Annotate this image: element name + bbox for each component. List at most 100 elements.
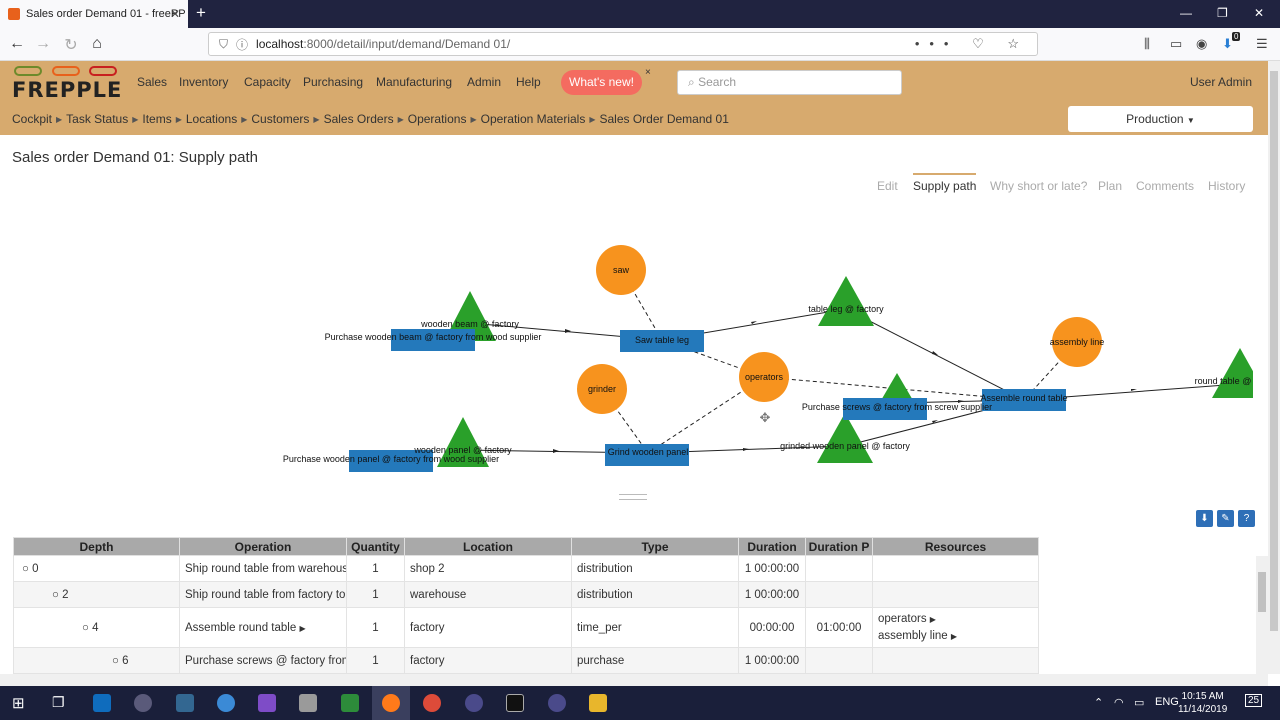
- column-header[interactable]: Quantity: [346, 537, 405, 556]
- postgres-icon[interactable]: [176, 694, 194, 712]
- page-scrollbar[interactable]: [1268, 61, 1280, 674]
- url-bar[interactable]: ⛉ ⓘ localhost :8000/detail/input/demand/…: [208, 32, 1038, 56]
- resource-link[interactable]: assembly line: [878, 630, 948, 642]
- library-icon[interactable]: ⫼: [1144, 36, 1150, 52]
- column-header[interactable]: Duration: [738, 537, 806, 556]
- operation-link[interactable]: Assemble round table: [185, 622, 296, 634]
- download-icon[interactable]: ⬇: [1196, 510, 1213, 527]
- minimize-icon[interactable]: —: [1180, 6, 1192, 20]
- caret-right-icon[interactable]: ▶: [930, 615, 936, 624]
- tab-why-short-or-late[interactable]: Why short or late?: [990, 179, 1087, 193]
- wifi-icon[interactable]: ◠: [1114, 696, 1124, 709]
- menu-capacity[interactable]: Capacity: [244, 75, 291, 89]
- app-icon[interactable]: [341, 694, 359, 712]
- terminal-icon[interactable]: [506, 694, 524, 712]
- frepple-logo[interactable]: FREPPLE: [12, 66, 121, 102]
- file-explorer-icon[interactable]: [589, 694, 607, 712]
- task-view-icon[interactable]: ❐: [52, 694, 65, 711]
- search-input[interactable]: ⌕ Search: [677, 70, 902, 95]
- reload-icon[interactable]: ↻: [62, 35, 80, 55]
- forward-icon[interactable]: →: [34, 35, 52, 53]
- home-icon[interactable]: ⌂: [88, 35, 106, 53]
- close-tab-icon[interactable]: ✕: [170, 7, 180, 21]
- restore-icon[interactable]: ❐: [1217, 6, 1228, 20]
- column-header[interactable]: Depth: [13, 537, 180, 556]
- whats-new-button[interactable]: What's new!: [561, 70, 642, 95]
- column-header[interactable]: Operation: [179, 537, 347, 556]
- tree-node-icon[interactable]: ○: [82, 622, 89, 634]
- supply-path-graph[interactable]: saw grinder operators assembly line wood…: [13, 203, 1253, 490]
- tab-plan[interactable]: Plan: [1098, 179, 1122, 193]
- scrollbar-thumb[interactable]: [1270, 71, 1278, 631]
- visual-studio-icon[interactable]: [258, 694, 276, 712]
- supply-path-svg[interactable]: saw grinder operators assembly line wood…: [13, 203, 1253, 490]
- clock[interactable]: 10:15 AM 11/14/2019: [1178, 690, 1227, 716]
- battery-icon[interactable]: ▭: [1134, 696, 1144, 709]
- column-header[interactable]: Type: [571, 537, 739, 556]
- caret-right-icon[interactable]: ▶: [951, 632, 957, 641]
- menu-inventory[interactable]: Inventory: [179, 75, 228, 89]
- back-icon[interactable]: ←: [8, 35, 26, 53]
- chevron-up-icon[interactable]: ⌃: [1094, 696, 1103, 709]
- tab-edit[interactable]: Edit: [877, 179, 898, 193]
- menu-manufacturing[interactable]: Manufacturing: [376, 75, 452, 89]
- scenario-dropdown[interactable]: Production ▼: [1068, 106, 1253, 132]
- eclipse-icon[interactable]: [465, 694, 483, 712]
- menu-help[interactable]: Help: [516, 75, 541, 89]
- browser-tab[interactable]: Sales order Demand 01 - freePP ✕: [0, 0, 188, 28]
- horizontal-scrollbar[interactable]: [0, 674, 1268, 686]
- breadcrumb-item[interactable]: Locations: [186, 112, 237, 126]
- whats-new-close-icon[interactable]: ×: [645, 67, 651, 78]
- account-icon[interactable]: ◉: [1196, 36, 1207, 52]
- tree-node-icon[interactable]: ○: [52, 589, 59, 601]
- close-window-icon[interactable]: ✕: [1254, 6, 1264, 20]
- language-indicator[interactable]: ENG: [1155, 696, 1179, 708]
- firefox-icon[interactable]: [382, 694, 400, 712]
- buffer-node[interactable]: [817, 413, 873, 463]
- new-tab-button[interactable]: +: [192, 4, 210, 22]
- user-menu[interactable]: User Admin: [1190, 75, 1252, 89]
- menu-icon[interactable]: ☰: [1256, 36, 1268, 52]
- resource-link[interactable]: operators: [878, 613, 927, 625]
- resize-handle[interactable]: [619, 494, 647, 500]
- breadcrumb-item[interactable]: Operations: [408, 112, 467, 126]
- table-row[interactable]: ○ 6 Purchase screws @ factory from 1 fac…: [13, 647, 1039, 674]
- breadcrumb-item[interactable]: Task Status: [66, 112, 128, 126]
- buffer-node[interactable]: [1212, 348, 1253, 398]
- tree-node-icon[interactable]: ○: [112, 655, 119, 667]
- table-scrollbar[interactable]: [1256, 556, 1268, 674]
- tab-supply-path[interactable]: Supply path: [913, 173, 977, 193]
- eclipse-icon[interactable]: [548, 694, 566, 712]
- caret-right-icon[interactable]: ▶: [299, 624, 305, 633]
- breadcrumb-item[interactable]: Operation Materials: [481, 112, 586, 126]
- tab-comments[interactable]: Comments: [1136, 179, 1194, 193]
- breadcrumb-item[interactable]: Items: [142, 112, 171, 126]
- notification-badge[interactable]: 25: [1245, 694, 1263, 707]
- tab-history[interactable]: History: [1208, 179, 1245, 193]
- buffer-node[interactable]: [818, 276, 874, 326]
- settings-wrench-icon[interactable]: ✎: [1217, 510, 1234, 527]
- menu-purchasing[interactable]: Purchasing: [303, 75, 363, 89]
- help-icon[interactable]: ?: [1238, 510, 1255, 527]
- keepass-icon[interactable]: [134, 694, 152, 712]
- column-header[interactable]: Location: [404, 537, 572, 556]
- column-header[interactable]: Duration P: [805, 537, 873, 556]
- windows-start-icon[interactable]: ⊞: [12, 694, 25, 712]
- sidebar-icon[interactable]: ▭: [1170, 36, 1182, 52]
- table-row[interactable]: ○ 4 Assemble round table ▶ 1 factory tim…: [13, 607, 1039, 648]
- breadcrumb-item[interactable]: Cockpit: [12, 112, 52, 126]
- chrome-icon[interactable]: [423, 694, 441, 712]
- app-icon[interactable]: [217, 694, 235, 712]
- app-icon[interactable]: [299, 694, 317, 712]
- breadcrumb-item[interactable]: Sales Orders: [324, 112, 394, 126]
- column-header[interactable]: Resources: [872, 537, 1039, 556]
- tree-node-icon[interactable]: ○: [22, 563, 29, 575]
- table-row[interactable]: ○ 2 Ship round table from factory to 1 w…: [13, 581, 1039, 608]
- breadcrumb-item[interactable]: Sales Order Demand 01: [599, 112, 728, 126]
- breadcrumb-item[interactable]: Customers: [251, 112, 309, 126]
- outlook-icon[interactable]: [93, 694, 111, 712]
- page-actions-icon[interactable]: ••• ♡ ☆: [915, 36, 1029, 52]
- menu-sales[interactable]: Sales: [137, 75, 167, 89]
- scrollbar-thumb[interactable]: [1258, 572, 1266, 612]
- menu-admin[interactable]: Admin: [467, 75, 501, 89]
